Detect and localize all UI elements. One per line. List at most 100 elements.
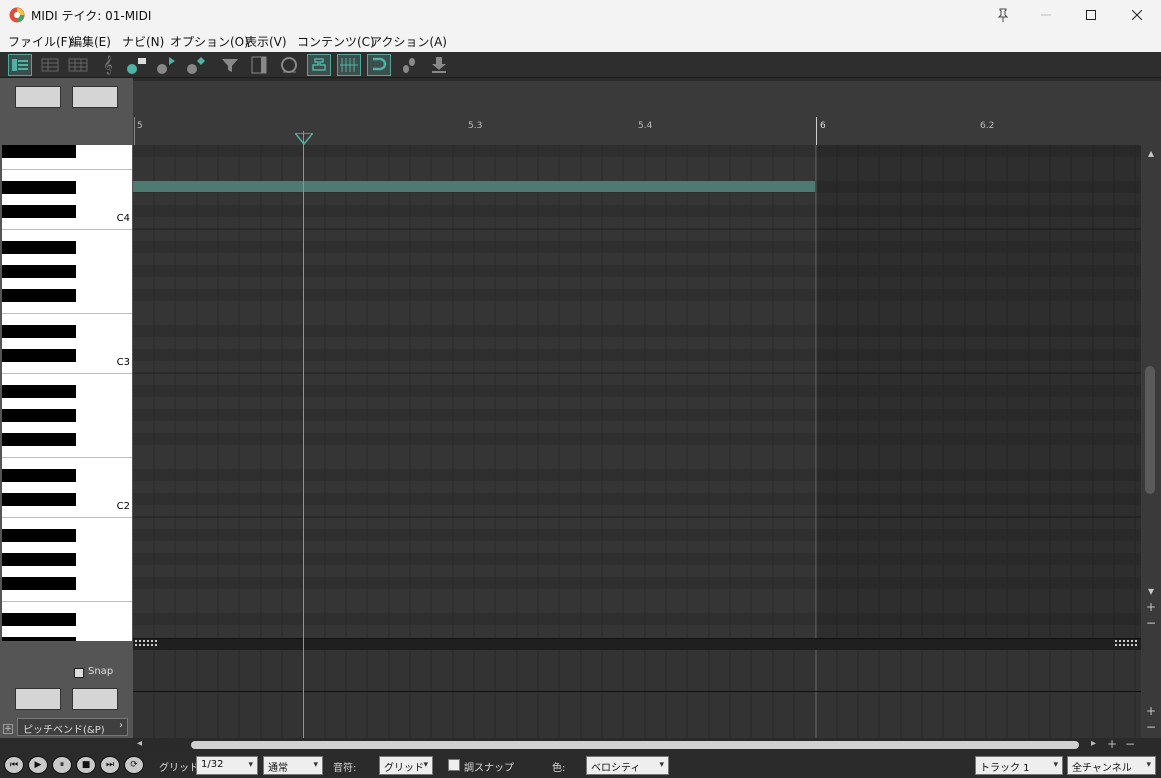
- lane-divider[interactable]: [133, 638, 1141, 650]
- go-to-end-icon[interactable]: ⏭: [100, 756, 120, 774]
- quantize-icon[interactable]: [277, 54, 301, 76]
- color-mode-select[interactable]: ベロシティ ▾: [586, 756, 669, 775]
- menu-contents[interactable]: コンテンツ(C): [297, 33, 375, 50]
- white-key-divider: [2, 169, 132, 170]
- menu-navigate[interactable]: ナビ(N): [122, 33, 164, 50]
- white-key-divider: [2, 457, 132, 458]
- select-notes-icon[interactable]: [184, 54, 208, 76]
- black-key[interactable]: [2, 181, 76, 194]
- menu-options[interactable]: オプション(O): [170, 33, 249, 50]
- black-key[interactable]: [2, 289, 76, 302]
- horizontal-scroll-thumb[interactable]: [191, 741, 1079, 749]
- scroll-down-icon[interactable]: ▾: [1144, 585, 1158, 597]
- note-length-label: 音符:: [333, 763, 357, 774]
- track-select[interactable]: トラック 1 ▾: [975, 756, 1063, 775]
- black-key[interactable]: [2, 433, 76, 446]
- menu-edit[interactable]: 編集(E): [70, 33, 111, 50]
- zoom-out-vertical-icon[interactable]: −: [1144, 617, 1158, 629]
- play-from-cursor-icon[interactable]: [154, 54, 178, 76]
- menu-view[interactable]: 表示(V): [245, 33, 287, 50]
- play-cursor-marker-icon[interactable]: [295, 133, 313, 145]
- snap-checkbox[interactable]: [74, 668, 84, 678]
- white-key-divider: [2, 601, 132, 602]
- scroll-right-icon[interactable]: ▸: [1091, 738, 1096, 749]
- lane-zoom-in-button[interactable]: [72, 688, 118, 710]
- color-mode-value: ベロシティ: [591, 763, 641, 774]
- scroll-up-icon[interactable]: ▴: [1144, 147, 1158, 159]
- grip-icon[interactable]: [1115, 640, 1139, 646]
- black-key[interactable]: [2, 145, 76, 158]
- maximize-button[interactable]: [1068, 0, 1114, 30]
- black-key[interactable]: [2, 325, 76, 338]
- note-length-value: グリッド: [384, 763, 424, 774]
- black-key[interactable]: [2, 577, 76, 590]
- piano-keyboard[interactable]: C4 C3 C2: [2, 145, 132, 641]
- zoom-out-horizontal-icon[interactable]: −: [1125, 737, 1135, 751]
- grid-toggle-icon[interactable]: [337, 54, 361, 76]
- white-key-divider: [2, 313, 132, 314]
- insert-note-icon[interactable]: [124, 54, 148, 76]
- filter-icon[interactable]: [218, 54, 242, 76]
- black-key[interactable]: [2, 349, 76, 362]
- chase-icon[interactable]: [307, 54, 331, 76]
- note-grid[interactable]: [133, 145, 1141, 638]
- black-key[interactable]: [2, 493, 76, 506]
- note-length-select[interactable]: グリッド ▾: [379, 756, 433, 775]
- sidebar-icon[interactable]: [247, 54, 271, 76]
- black-key[interactable]: [2, 241, 76, 254]
- zoom-out-button[interactable]: [15, 86, 61, 108]
- zoom-in-button[interactable]: [72, 86, 118, 108]
- zoom-in-vertical-icon[interactable]: +: [1144, 601, 1158, 613]
- close-button[interactable]: [1114, 0, 1160, 30]
- ruler-label: 5: [137, 121, 143, 131]
- black-key[interactable]: [2, 469, 76, 482]
- named-notes-view-icon[interactable]: [38, 54, 62, 76]
- vertical-scrollbar[interactable]: ▴ ▾ + − + −: [1141, 81, 1161, 738]
- pitch-bend-lane[interactable]: [133, 650, 1141, 738]
- grid-mode-select[interactable]: 通常 ▾: [263, 756, 323, 775]
- grip-icon[interactable]: [135, 640, 159, 646]
- status-bar: ⏮ ▶ ⏸ ■ ⏭ ⟳ グリッド: 1/32 ▾ 通常 ▾ 音符: グリッド ▾…: [0, 752, 1161, 778]
- notation-view-icon[interactable]: 𝄞: [96, 54, 120, 76]
- black-key[interactable]: [2, 613, 76, 626]
- zoom-in-horizontal-icon[interactable]: +: [1107, 737, 1117, 751]
- pause-icon[interactable]: ⏸: [52, 756, 72, 774]
- event-list-view-icon[interactable]: [66, 54, 90, 76]
- key-snap-checkbox[interactable]: [448, 759, 460, 771]
- minimize-button[interactable]: [1023, 0, 1069, 30]
- pin-icon[interactable]: [980, 0, 1026, 30]
- vertical-scroll-thumb[interactable]: [1145, 366, 1155, 494]
- lane-zoom-out-icon[interactable]: −: [1144, 721, 1158, 733]
- black-key[interactable]: [2, 553, 76, 566]
- midi-note[interactable]: [133, 181, 815, 192]
- grid-select[interactable]: 1/32 ▾: [196, 756, 258, 775]
- black-key[interactable]: [2, 205, 76, 218]
- midi-input-icon[interactable]: [427, 54, 451, 76]
- menu-file[interactable]: ファイル(F): [8, 33, 72, 50]
- scroll-left-icon[interactable]: ◂: [137, 738, 142, 749]
- add-lane-icon[interactable]: +: [3, 724, 13, 734]
- loop-icon[interactable]: ⟳: [124, 756, 144, 774]
- piano-roll-view-icon[interactable]: [8, 54, 32, 76]
- edit-cursor[interactable]: [303, 131, 304, 738]
- play-icon[interactable]: ▶: [28, 756, 48, 774]
- black-key[interactable]: [2, 409, 76, 422]
- black-key[interactable]: [2, 529, 76, 542]
- lane-zoom-in-icon[interactable]: +: [1144, 705, 1158, 717]
- cc-lane-select[interactable]: ピッチベンド(&P) ›: [17, 718, 128, 736]
- menu-actions[interactable]: アクション(A): [370, 33, 447, 50]
- ruler-tick: [134, 117, 135, 145]
- channel-select[interactable]: 全チャンネル ▾: [1067, 756, 1156, 775]
- snap-magnet-icon[interactable]: [367, 54, 391, 76]
- step-input-icon[interactable]: [397, 54, 421, 76]
- lane-zoom-out-button[interactable]: [15, 688, 61, 710]
- reaper-app-icon: [9, 7, 25, 23]
- black-key[interactable]: [2, 385, 76, 398]
- horizontal-scrollbar[interactable]: ◂ ▸ + −: [133, 737, 1161, 752]
- black-key[interactable]: [2, 637, 76, 641]
- item-end-shade: [816, 145, 1141, 638]
- black-key[interactable]: [2, 265, 76, 278]
- stop-icon[interactable]: ■: [76, 756, 96, 774]
- timeline-ruler[interactable]: 5 5.3 5.4 6 6.2: [133, 81, 1141, 145]
- go-to-start-icon[interactable]: ⏮: [4, 756, 24, 774]
